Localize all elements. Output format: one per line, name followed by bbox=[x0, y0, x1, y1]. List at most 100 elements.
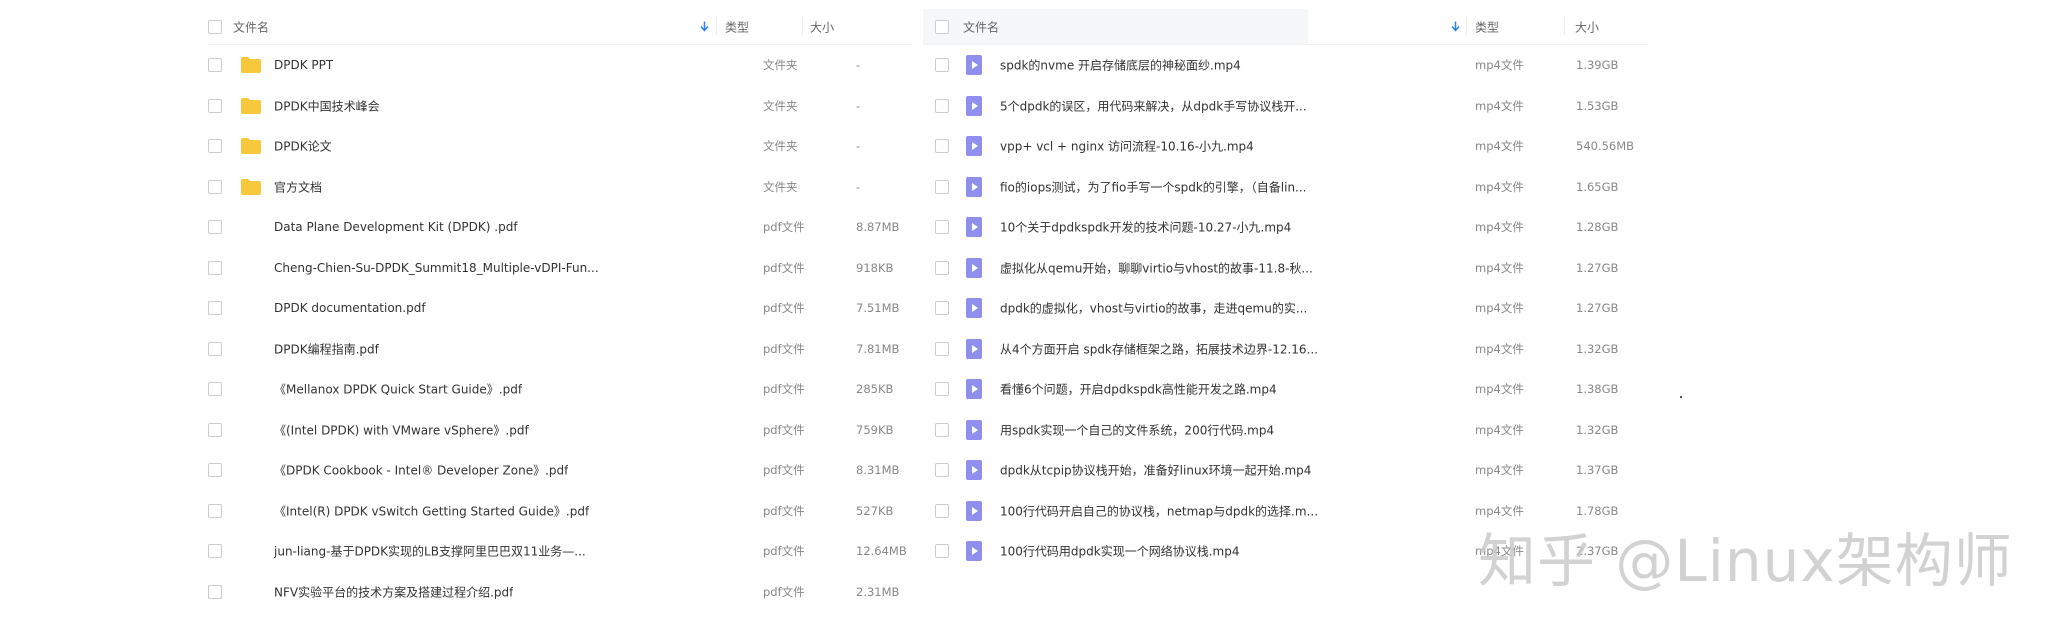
file-name[interactable]: DPDK documentation.pdf bbox=[274, 301, 426, 315]
column-header-size[interactable]: 大小 bbox=[810, 18, 834, 35]
row-checkbox[interactable] bbox=[208, 463, 222, 478]
file-name[interactable]: 从4个方面开启 spdk存储框架之路，拓展技术边界-12.16... bbox=[1000, 340, 1318, 357]
file-name[interactable]: 5个dpdk的误区，用代码来解决，从dpdk手写协议栈开... bbox=[1000, 97, 1307, 114]
row-checkbox[interactable] bbox=[935, 341, 949, 356]
row-checkbox[interactable] bbox=[208, 58, 222, 73]
file-name[interactable]: DPDK论文 bbox=[274, 138, 332, 155]
row-checkbox[interactable] bbox=[935, 58, 949, 73]
column-header-size[interactable]: 大小 bbox=[1575, 18, 1599, 35]
select-all-checkbox[interactable] bbox=[935, 19, 949, 34]
file-name[interactable]: Cheng-Chien-Su-DPDK_Summit18_Multiple-vD… bbox=[274, 261, 599, 275]
file-row[interactable]: ✐ 《Intel(R) DPDK vSwitch Getting Started … bbox=[208, 491, 913, 532]
row-checkbox[interactable] bbox=[935, 98, 949, 113]
column-header-type[interactable]: 类型 bbox=[725, 18, 749, 35]
row-checkbox[interactable] bbox=[935, 179, 949, 194]
column-header-name[interactable]: 文件名 bbox=[963, 18, 999, 35]
row-checkbox[interactable] bbox=[208, 220, 222, 235]
file-row[interactable]: ✐ Cheng-Chien-Su-DPDK_Summit18_Multiple-v… bbox=[208, 248, 913, 289]
row-checkbox[interactable] bbox=[935, 139, 949, 154]
row-checkbox[interactable] bbox=[935, 382, 949, 397]
file-row[interactable]: 看懂6个问题，开启dpdkspdk高性能开发之路.mp4 mp4文件 1.38GB bbox=[923, 369, 1648, 410]
file-name[interactable]: 10个关于dpdkspdk开发的技术问题-10.27-小九.mp4 bbox=[1000, 219, 1291, 236]
file-type: mp4文件 bbox=[1475, 463, 1524, 478]
file-row[interactable]: ✐ DPDK documentation.pdf pdf文件 7.51MB bbox=[208, 288, 913, 329]
sort-desc-icon[interactable] bbox=[700, 21, 709, 32]
file-row[interactable]: spdk的nvme 开启存储底层的神秘面纱.mp4 mp4文件 1.39GB bbox=[923, 45, 1648, 86]
file-name[interactable]: 官方文档 bbox=[274, 178, 322, 195]
file-name[interactable]: vpp+ vcl + nginx 访问流程-10.16-小九.mp4 bbox=[1000, 138, 1254, 155]
row-checkbox[interactable] bbox=[935, 463, 949, 478]
file-name[interactable]: 《(Intel DPDK) with VMware vSphere》.pdf bbox=[274, 421, 529, 438]
file-name[interactable]: 《DPDK Cookbook - Intel® Developer Zone》.… bbox=[274, 462, 568, 479]
select-all-checkbox[interactable] bbox=[208, 19, 222, 34]
file-row[interactable]: ✐ DPDK编程指南.pdf pdf文件 7.81MB bbox=[208, 329, 913, 370]
file-name[interactable]: Data Plane Development Kit (DPDK) .pdf bbox=[274, 220, 518, 234]
row-checkbox[interactable] bbox=[208, 260, 222, 275]
row-checkbox[interactable] bbox=[208, 382, 222, 397]
file-name[interactable]: 《Intel(R) DPDK vSwitch Getting Started G… bbox=[274, 502, 589, 519]
row-checkbox[interactable] bbox=[208, 179, 222, 194]
file-row[interactable]: ✐ 《(Intel DPDK) with VMware vSphere》.pdf p… bbox=[208, 410, 913, 451]
row-checkbox[interactable] bbox=[935, 220, 949, 235]
column-header-name[interactable]: 文件名 bbox=[233, 18, 269, 35]
file-size: 540.56MB bbox=[1576, 139, 1635, 154]
row-checkbox[interactable] bbox=[208, 139, 222, 154]
row-checkbox[interactable] bbox=[935, 260, 949, 275]
file-row[interactable]: ✐ jun-liang-基于DPDK实现的LB支撑阿里巴巴双11业务—... pdf… bbox=[208, 531, 913, 572]
file-row[interactable]: ✐ 《Mellanox DPDK Quick Start Guide》.pdf pd… bbox=[208, 369, 913, 410]
file-name[interactable]: jun-liang-基于DPDK实现的LB支撑阿里巴巴双11业务—... bbox=[274, 543, 586, 560]
file-row[interactable]: fio的iops测试，为了fio手写一个spdk的引擎，（自备lin... mp4… bbox=[923, 167, 1648, 208]
file-name[interactable]: dpdk从tcpip协议栈开始，准备好linux环境一起开始.mp4 bbox=[1000, 462, 1311, 479]
row-checkbox[interactable] bbox=[935, 544, 949, 559]
file-row[interactable]: 5个dpdk的误区，用代码来解决，从dpdk手写协议栈开... mp4文件 1.53… bbox=[923, 86, 1648, 127]
sort-desc-icon[interactable] bbox=[1451, 21, 1460, 32]
file-name[interactable]: 《Mellanox DPDK Quick Start Guide》.pdf bbox=[274, 381, 522, 398]
column-separator[interactable] bbox=[802, 18, 803, 35]
column-header-type[interactable]: 类型 bbox=[1475, 18, 1499, 35]
file-name[interactable]: NFV实验平台的技术方案及搭建过程介绍.pdf bbox=[274, 583, 513, 600]
file-row[interactable]: 官方文档 文件夹 - bbox=[208, 167, 913, 208]
file-name[interactable]: 看懂6个问题，开启dpdkspdk高性能开发之路.mp4 bbox=[1000, 381, 1277, 398]
file-name[interactable]: 用spdk实现一个自己的文件系统，200行代码.mp4 bbox=[1000, 421, 1274, 438]
play-glyph bbox=[972, 223, 978, 232]
file-row[interactable]: 用spdk实现一个自己的文件系统，200行代码.mp4 mp4文件 1.32GB bbox=[923, 410, 1648, 451]
file-row[interactable]: dpdk从tcpip协议栈开始，准备好linux环境一起开始.mp4 mp4文件 1… bbox=[923, 450, 1648, 491]
file-row[interactable]: DPDK中国技术峰会 文件夹 - bbox=[208, 86, 913, 127]
file-name[interactable]: DPDK中国技术峰会 bbox=[274, 97, 380, 114]
video-icon bbox=[966, 176, 982, 197]
row-checkbox[interactable] bbox=[208, 301, 222, 316]
file-name[interactable]: 虚拟化从qemu开始，聊聊virtio与vhost的故事-11.8-秋... bbox=[1000, 259, 1313, 276]
file-row[interactable]: vpp+ vcl + nginx 访问流程-10.16-小九.mp4 mp4文件 5… bbox=[923, 126, 1648, 167]
file-row[interactable]: ✐ Data Plane Development Kit (DPDK) .pdf p… bbox=[208, 207, 913, 248]
file-name[interactable]: 100行代码用dpdk实现一个网络协议栈.mp4 bbox=[1000, 543, 1239, 560]
row-checkbox[interactable] bbox=[935, 301, 949, 316]
file-row[interactable]: 虚拟化从qemu开始，聊聊virtio与vhost的故事-11.8-秋... mp… bbox=[923, 248, 1648, 289]
file-name[interactable]: fio的iops测试，为了fio手写一个spdk的引擎，（自备lin... bbox=[1000, 178, 1307, 195]
row-checkbox[interactable] bbox=[208, 422, 222, 437]
row-checkbox[interactable] bbox=[208, 584, 222, 599]
file-name[interactable]: DPDK编程指南.pdf bbox=[274, 340, 379, 357]
play-glyph bbox=[972, 385, 978, 394]
file-name[interactable]: 100行代码开启自己的协议栈，netmap与dpdk的选择.m... bbox=[1000, 502, 1318, 519]
file-size: 2.31MB bbox=[856, 584, 900, 599]
row-checkbox[interactable] bbox=[935, 503, 949, 518]
file-row[interactable]: ✐ NFV实验平台的技术方案及搭建过程介绍.pdf pdf文件 2.31MB bbox=[208, 572, 913, 613]
row-checkbox[interactable] bbox=[208, 544, 222, 559]
file-row[interactable]: 10个关于dpdkspdk开发的技术问题-10.27-小九.mp4 mp4文件 1.… bbox=[923, 207, 1648, 248]
row-checkbox[interactable] bbox=[208, 503, 222, 518]
file-name[interactable]: DPDK PPT bbox=[274, 58, 333, 72]
file-row[interactable]: 从4个方面开启 spdk存储框架之路，拓展技术边界-12.16... mp4文件 1… bbox=[923, 329, 1648, 370]
column-separator[interactable] bbox=[1564, 18, 1565, 35]
column-separator[interactable] bbox=[716, 18, 717, 35]
file-row[interactable]: dpdk的虚拟化，vhost与virtio的故事，走进qemu的实... mp4文… bbox=[923, 288, 1648, 329]
file-name[interactable]: dpdk的虚拟化，vhost与virtio的故事，走进qemu的实... bbox=[1000, 300, 1307, 317]
file-name[interactable]: spdk的nvme 开启存储底层的神秘面纱.mp4 bbox=[1000, 57, 1241, 74]
row-checkbox[interactable] bbox=[208, 341, 222, 356]
row-checkbox[interactable] bbox=[208, 98, 222, 113]
column-separator[interactable] bbox=[1466, 18, 1467, 35]
file-row[interactable]: ✐ 《DPDK Cookbook - Intel® Developer Zone》… bbox=[208, 450, 913, 491]
row-checkbox[interactable] bbox=[935, 422, 949, 437]
file-row[interactable]: DPDK论文 文件夹 - bbox=[208, 126, 913, 167]
file-row[interactable]: DPDK PPT 文件夹 - bbox=[208, 45, 913, 86]
file-size: - bbox=[856, 58, 861, 73]
